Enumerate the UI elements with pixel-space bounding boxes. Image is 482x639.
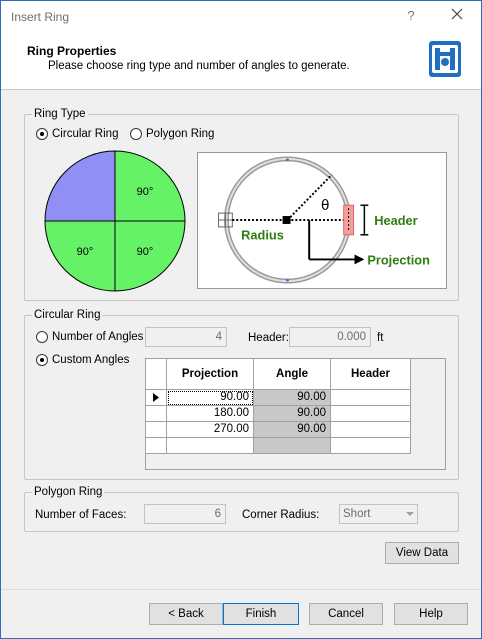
circular-ring-radio[interactable]	[36, 128, 48, 140]
column-header-angle[interactable]: Angle	[254, 359, 331, 390]
help-title-button[interactable]: ?	[404, 8, 418, 23]
back-button[interactable]: < Back	[149, 603, 223, 625]
pie-label-bottom-right: 90°	[137, 246, 154, 258]
title-bar: Insert Ring ?	[1, 1, 481, 32]
corner-radius-select[interactable]: Short	[339, 504, 418, 524]
ring-diagram: θ Header Radius Projection	[197, 152, 447, 289]
row-selector[interactable]	[146, 406, 167, 422]
theta-label: θ	[321, 198, 329, 214]
pie-label-bottom-left: 90°	[77, 246, 94, 258]
polygon-ring-label[interactable]: Polygon Ring	[146, 128, 214, 140]
chevron-down-icon	[406, 512, 414, 516]
table-cell-projection[interactable]: 180.00	[167, 406, 254, 422]
number-of-faces-label: Number of Faces:	[35, 509, 127, 521]
table-cell-angle[interactable]	[254, 438, 331, 454]
row-selector[interactable]	[146, 422, 167, 438]
help-button[interactable]: Help	[394, 603, 468, 625]
column-header-projection[interactable]: Projection	[167, 359, 254, 390]
page-subtitle: Please choose ring type and number of an…	[48, 60, 350, 72]
table-cell-header[interactable]	[331, 422, 411, 438]
window-title: Insert Ring	[11, 10, 70, 24]
circular-ring-label[interactable]: Circular Ring	[52, 128, 118, 140]
table-cell-projection[interactable]: 90.00	[167, 390, 254, 406]
row-selector-new[interactable]	[146, 438, 167, 454]
table-cell-header[interactable]	[331, 390, 411, 406]
row-selector-current[interactable]	[146, 390, 167, 406]
polygon-ring-radio[interactable]	[130, 128, 142, 140]
cancel-button[interactable]: Cancel	[309, 603, 383, 625]
close-icon[interactable]	[449, 6, 465, 22]
header-field-label: Header:	[248, 332, 289, 344]
ring-wizard-icon	[429, 41, 461, 77]
footer-divider	[1, 589, 481, 590]
header-diagram-label: Header	[374, 213, 417, 228]
ring-type-group-label: Ring Type	[32, 108, 88, 120]
table-cell-header[interactable]	[331, 438, 411, 454]
custom-angles-radio[interactable]	[36, 354, 48, 366]
ring-angle-pie: 90° 90° 90°	[44, 150, 186, 292]
table-cell-projection[interactable]	[167, 438, 254, 454]
row-header-corner	[146, 359, 167, 390]
polygon-ring-group-label: Polygon Ring	[32, 486, 105, 498]
table-cell-angle[interactable]: 90.00	[254, 406, 331, 422]
page-title: Ring Properties	[27, 44, 117, 58]
custom-angles-label[interactable]: Custom Angles	[52, 354, 129, 366]
projection-diagram-label: Projection	[367, 252, 430, 267]
insert-ring-dialog: Insert Ring ? Ring Properties Please cho…	[0, 0, 482, 639]
current-row-arrow-icon	[153, 393, 159, 402]
column-header-header[interactable]: Header	[331, 359, 411, 390]
header-field[interactable]: 0.000	[289, 327, 371, 347]
table-cell-angle[interactable]: 90.00	[254, 422, 331, 438]
number-of-angles-label[interactable]: Number of Angles	[52, 331, 143, 343]
wizard-header: Ring Properties Please choose ring type …	[1, 32, 481, 90]
radius-diagram-label: Radius	[241, 228, 284, 243]
number-of-angles-radio[interactable]	[36, 331, 48, 343]
header-unit: ft	[377, 332, 384, 344]
corner-radius-value: Short	[343, 508, 371, 520]
finish-button[interactable]: Finish	[223, 603, 299, 625]
table-cell-projection[interactable]: 270.00	[167, 422, 254, 438]
number-of-angles-field[interactable]: 4	[145, 327, 227, 347]
corner-radius-label: Corner Radius:	[242, 509, 320, 521]
table-cell-header[interactable]	[331, 406, 411, 422]
table-cell-angle[interactable]: 90.00	[254, 390, 331, 406]
number-of-faces-field[interactable]: 6	[144, 504, 226, 524]
pie-label-top-right: 90°	[137, 186, 154, 198]
custom-angles-table[interactable]: Projection Angle Header 90.00 90.00 180.…	[145, 358, 446, 470]
pie-quadrant-top-left	[44, 150, 116, 222]
circular-ring-group-label: Circular Ring	[32, 309, 103, 321]
view-data-button[interactable]: View Data	[385, 542, 459, 564]
